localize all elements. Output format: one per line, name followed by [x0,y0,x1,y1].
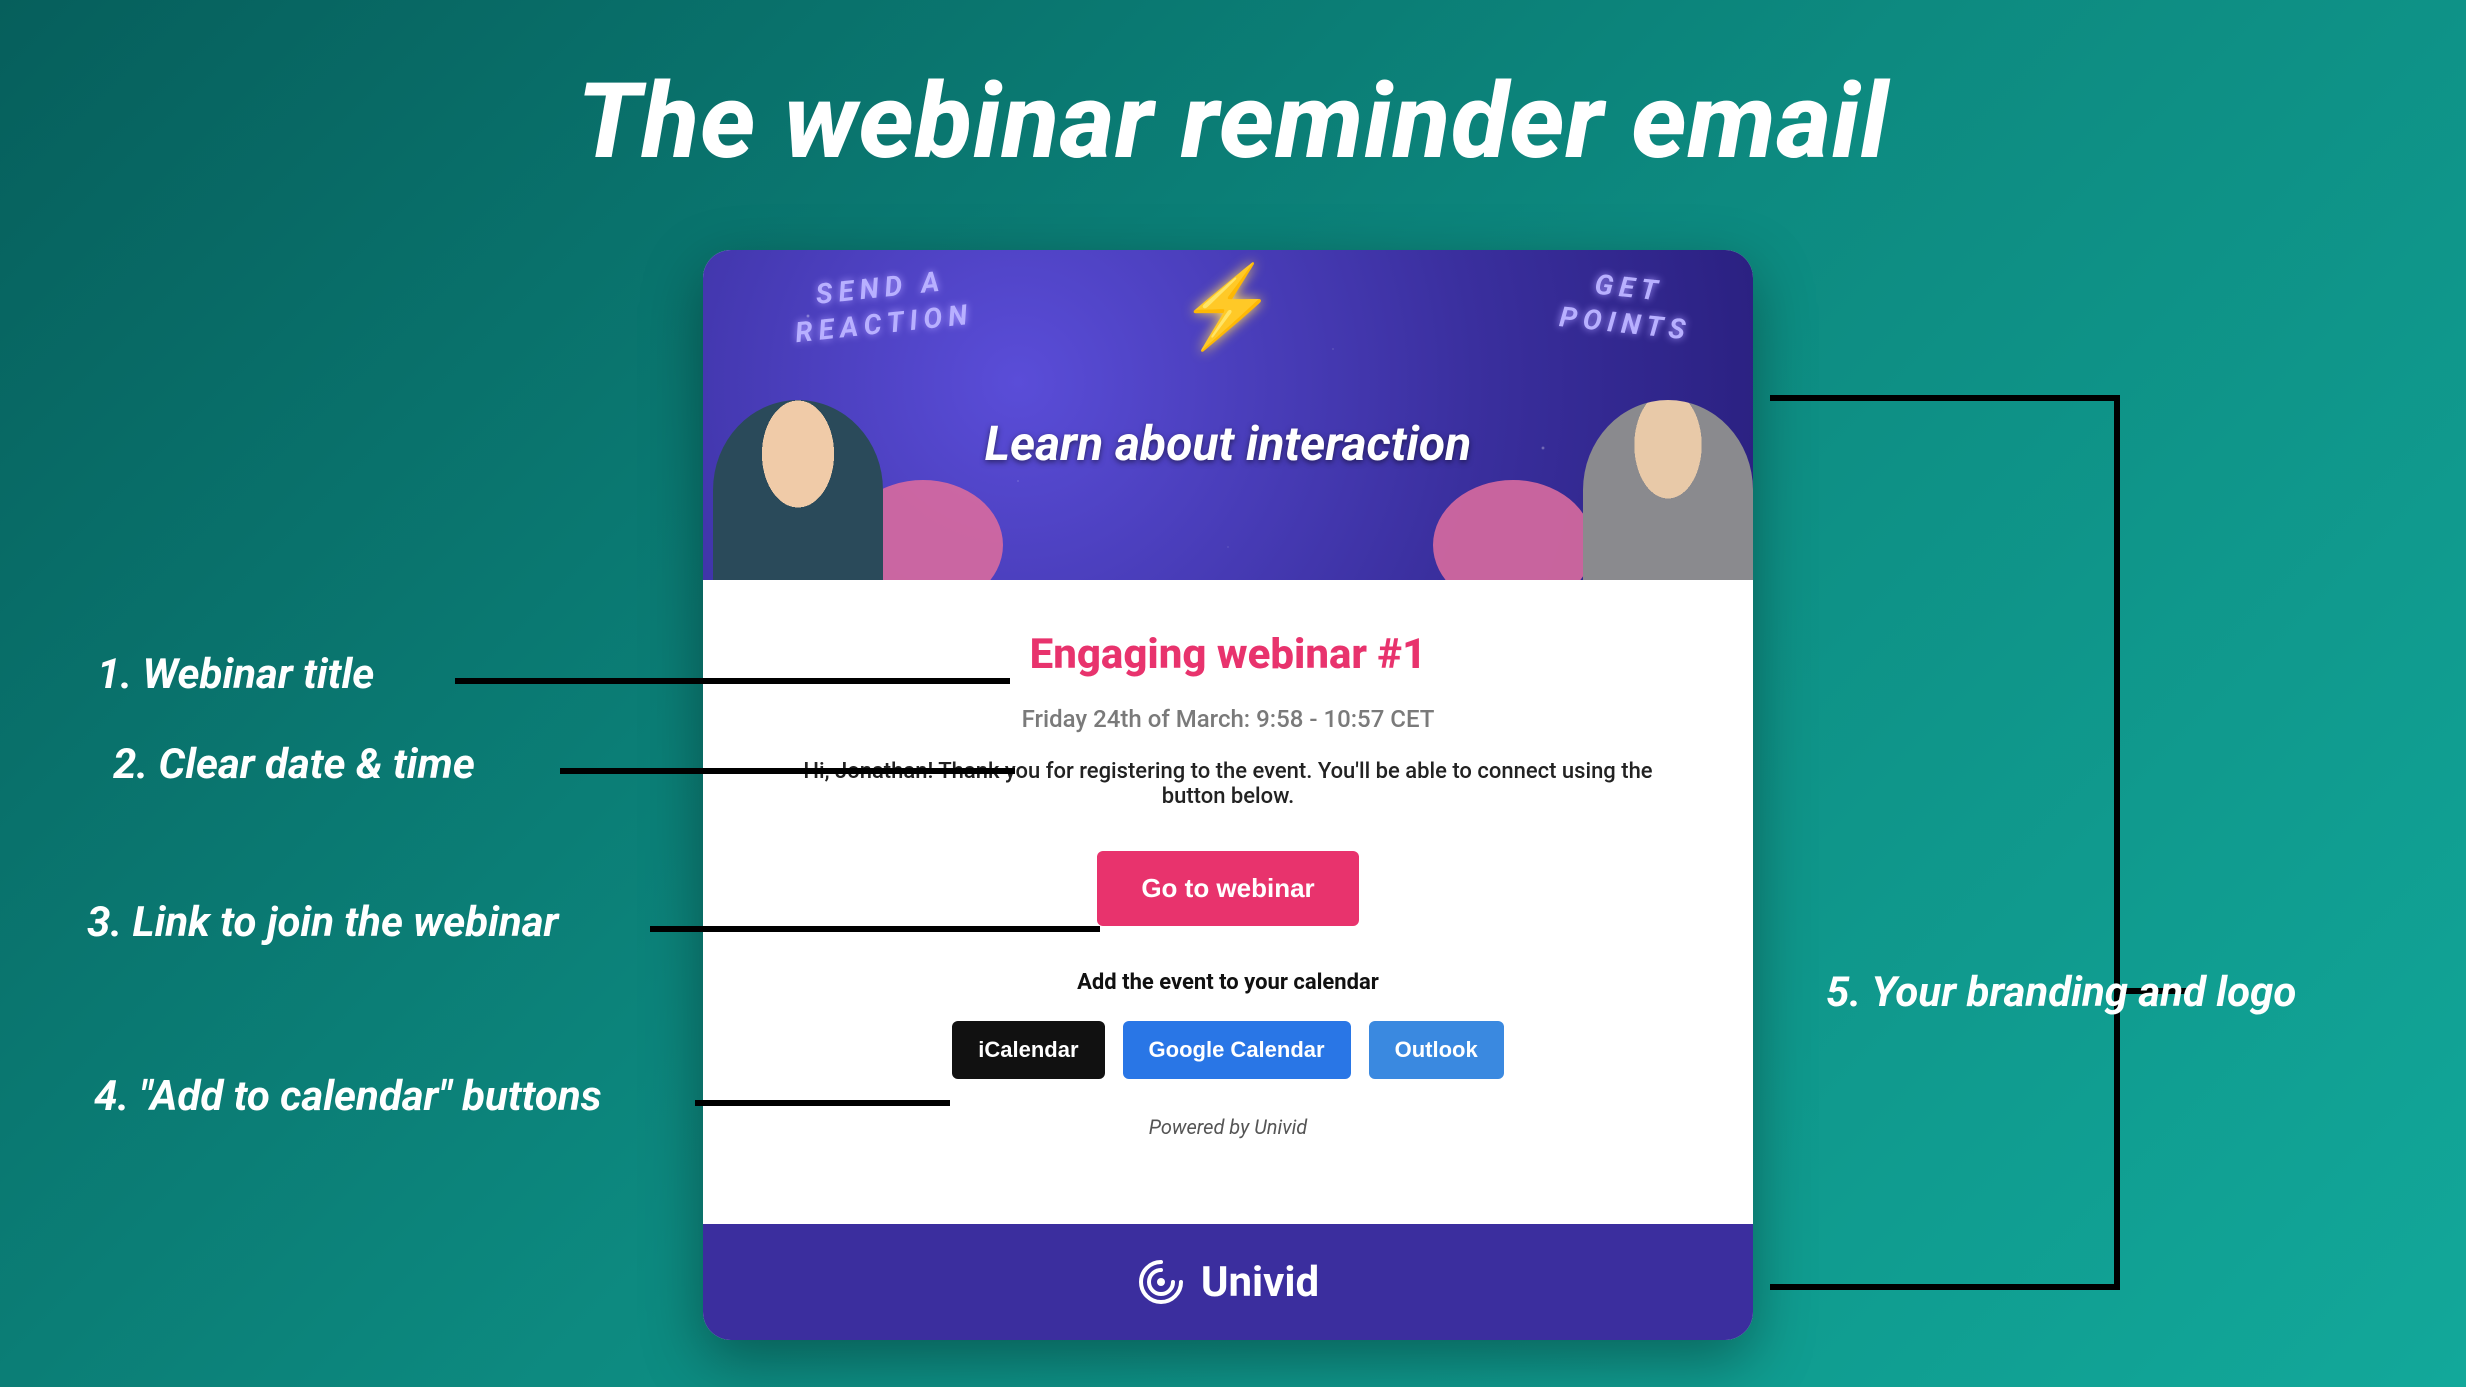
email-body: Engaging webinar #1 Friday 24th of March… [703,580,1753,1224]
outlook-button[interactable]: Outlook [1369,1021,1504,1079]
annotation-3: 3. Link to join the webinar [87,898,558,947]
annotation-1: 1. Webinar title [97,650,374,699]
header-tagline: Learn about interaction [703,415,1753,472]
powered-by-text: Powered by Univid [1149,1115,1308,1139]
slide: The webinar reminder email SEND A REACTI… [0,0,2466,1387]
email-header-banner: SEND A REACTION GET POINTS ⚡ Learn about… [703,250,1753,580]
annotation-4-line [695,1100,950,1106]
slide-title: The webinar reminder email [0,60,2466,183]
greeting-text: Hi, Jonathan! Thank you for registering … [778,759,1678,809]
annotation-4: 4. "Add to calendar" buttons [94,1072,602,1121]
lightning-bolt-icon: ⚡ [1178,260,1278,354]
add-to-calendar-label: Add the event to your calendar [1077,970,1379,995]
annotation-1-line [455,678,1010,684]
annotation-2: 2. Clear date & time [113,740,475,789]
univid-logo-icon [1137,1258,1185,1306]
webinar-datetime: Friday 24th of March: 9:58 - 10:57 CET [1022,705,1435,733]
email-footer: Univid [703,1224,1753,1340]
webinar-title: Engaging webinar #1 [1030,630,1427,679]
google-calendar-button[interactable]: Google Calendar [1123,1021,1351,1079]
univid-logo-text: Univid [1201,1258,1319,1307]
calendar-button-row: iCalendar Google Calendar Outlook [952,1021,1503,1079]
annotation-2-line [560,768,1015,774]
neon-right-line1: GET [1593,268,1665,308]
email-card: SEND A REACTION GET POINTS ⚡ Learn about… [703,250,1753,1340]
go-to-webinar-button[interactable]: Go to webinar [1097,851,1358,926]
annotation-3-line [650,926,1100,932]
icalendar-button[interactable]: iCalendar [952,1021,1104,1079]
neon-text-right: GET POINTS [1557,263,1696,349]
bracket-right [1770,395,2120,1290]
annotation-5: 5. Your branding and logo [1826,968,2296,1017]
